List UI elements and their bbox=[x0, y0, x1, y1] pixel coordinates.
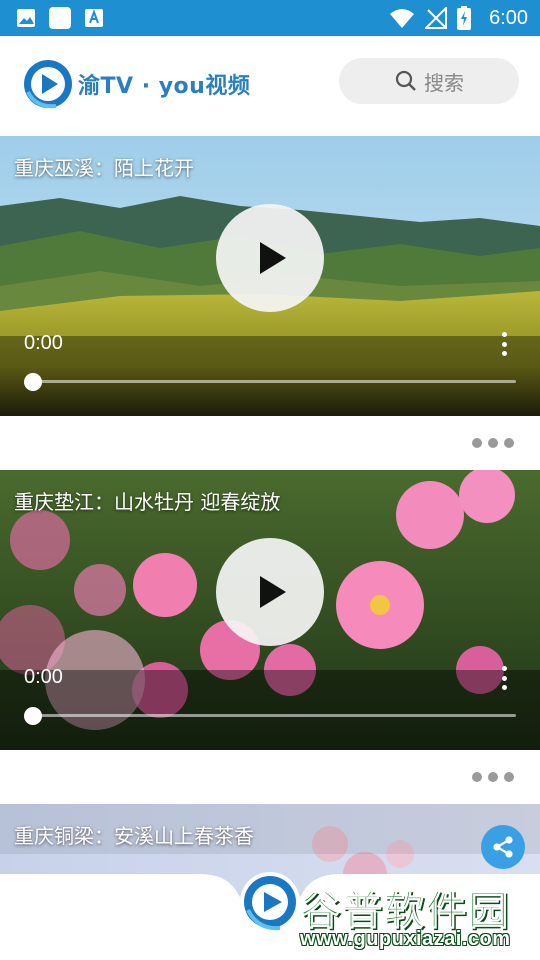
video-player[interactable]: 重庆垫江：山水牡丹 迎春绽放 0:00 bbox=[0, 470, 540, 750]
share-icon bbox=[493, 836, 513, 858]
play-button[interactable] bbox=[216, 204, 324, 312]
status-notifications bbox=[14, 6, 106, 30]
search-icon bbox=[395, 70, 416, 91]
video-options-button[interactable] bbox=[494, 664, 514, 692]
video-title: 重庆铜梁：安溪山上春茶香 bbox=[14, 824, 254, 848]
status-time: 6:00 bbox=[489, 6, 528, 29]
search-button[interactable]: 搜索 bbox=[339, 58, 519, 104]
seek-thumb[interactable] bbox=[24, 707, 42, 725]
watermark: 谷普软件园 www.gupuxiazai.com bbox=[296, 876, 540, 956]
status-system: 6:00 bbox=[389, 0, 528, 36]
video-time: 0:00 bbox=[24, 666, 63, 688]
home-logo-button[interactable] bbox=[240, 872, 300, 932]
square-icon bbox=[49, 7, 71, 29]
play-button[interactable] bbox=[216, 538, 324, 646]
seek-bar[interactable] bbox=[32, 714, 516, 717]
app-header: 渝TV · you视频 搜索 bbox=[0, 36, 540, 136]
share-button[interactable] bbox=[481, 825, 525, 869]
image-icon bbox=[17, 9, 35, 27]
play-icon bbox=[260, 576, 286, 608]
seek-thumb[interactable] bbox=[24, 373, 42, 391]
seek-bar[interactable] bbox=[32, 380, 516, 383]
search-label: 搜索 bbox=[424, 70, 464, 95]
video-card: 重庆巫溪：陌上花开 0:00 bbox=[0, 136, 540, 472]
video-footer bbox=[0, 416, 540, 472]
status-bar: 6:00 bbox=[0, 0, 540, 36]
video-options-button[interactable] bbox=[494, 330, 514, 358]
battery-charging-icon bbox=[457, 6, 472, 30]
font-icon bbox=[85, 9, 103, 27]
video-footer bbox=[0, 750, 540, 806]
video-player[interactable]: 重庆巫溪：陌上花开 0:00 bbox=[0, 136, 540, 416]
app-title: 渝TV · you视频 bbox=[78, 74, 251, 99]
video-time: 0:00 bbox=[24, 332, 63, 354]
play-icon bbox=[260, 242, 286, 274]
more-button[interactable] bbox=[472, 438, 514, 448]
video-title: 重庆垫江：山水牡丹 迎春绽放 bbox=[14, 490, 281, 514]
video-title: 重庆巫溪：陌上花开 bbox=[14, 156, 194, 180]
wifi-icon bbox=[390, 9, 415, 28]
signal-off-icon bbox=[425, 7, 448, 29]
watermark-url: www.gupuxiazai.com bbox=[300, 928, 511, 950]
app-logo-icon bbox=[24, 60, 72, 109]
more-button[interactable] bbox=[472, 772, 514, 782]
video-card: 重庆垫江：山水牡丹 迎春绽放 0:00 bbox=[0, 470, 540, 806]
